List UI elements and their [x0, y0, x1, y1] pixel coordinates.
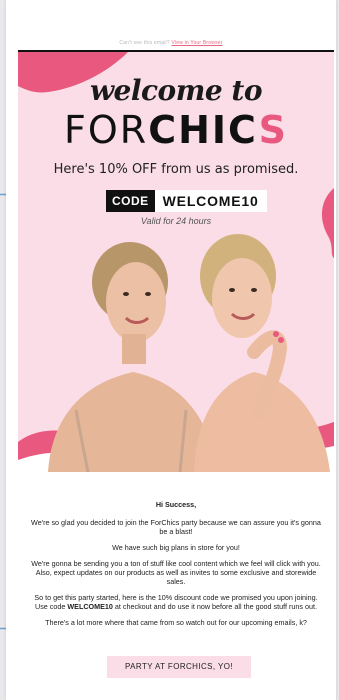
view-in-browser-link[interactable]: View in Your Browser: [171, 40, 222, 46]
brand-part-for: FOR: [64, 108, 149, 152]
code-value: WELCOME10: [154, 190, 267, 212]
offer-text: Here's 10% OFF from us as promised.: [53, 162, 299, 177]
paragraph-4-end: at checkout and do use it now before all…: [112, 602, 317, 611]
paragraph-3: We're gonna be sending you a ton of stuf…: [31, 559, 321, 586]
paragraph-5: There's a lot more where that came from …: [45, 618, 307, 627]
discount-code: CODE WELCOME10: [106, 190, 267, 212]
preheader-text: Can't see this email?: [119, 40, 170, 46]
models-photo: [48, 234, 330, 472]
hero-banner: welcome to FORCHICS Here's 10% OFF from …: [18, 52, 334, 472]
party-cta-button[interactable]: PARTY AT FORCHICS, YO!: [107, 656, 251, 678]
email-body: Hi Success, We're so glad you decided to…: [28, 500, 324, 634]
email-frame: Can't see this email? View in Your Brows…: [6, 0, 336, 700]
paragraph-4: So to get this party started, here is th…: [28, 593, 324, 611]
welcome-heading: welcome to: [89, 74, 263, 107]
paragraph-2: We have such big plans in store for you!: [112, 543, 240, 552]
code-label: CODE: [106, 190, 155, 212]
paragraph-1: We're so glad you decided to join the Fo…: [31, 518, 321, 536]
greeting: Hi Success,: [155, 500, 197, 509]
brand-part-s: S: [258, 108, 288, 152]
paragraph-4-code: WELCOME10: [67, 602, 113, 611]
preheader: Can't see this email? View in Your Brows…: [6, 40, 336, 46]
brand-logo: FORCHICS: [18, 108, 334, 152]
brand-part-chic: CHIC: [148, 108, 259, 152]
